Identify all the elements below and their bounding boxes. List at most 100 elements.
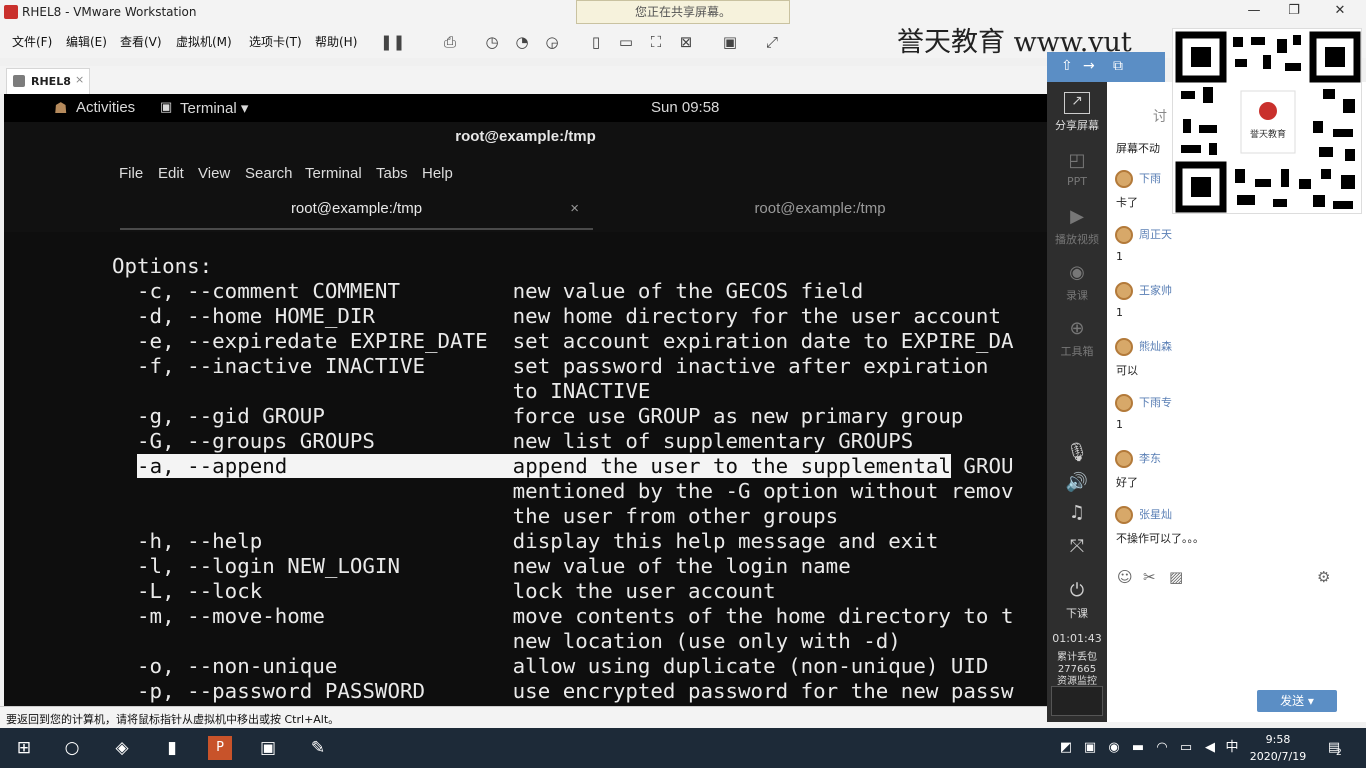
image-icon[interactable]: ▨ [1169,568,1183,586]
windows-taskbar: ⊞ ○ ◈ ▮ P ▣ ✎ ◩ ▣ ◉ ▬ ◠ ▭ ◀ 中 9:58 2020/… [0,728,1366,768]
pause-icon[interactable]: ❚❚ [380,30,405,54]
cortana-icon[interactable]: ○ [60,736,84,760]
chat-message-text: 不操作可以了。。。 [1116,532,1204,545]
terminal-output[interactable]: Options: -c, --comment COMMENT new value… [112,254,1047,706]
chat-tools: ☺ ✂ ▨ ⚙ [1107,566,1366,590]
chat-user: 周正天 [1115,226,1172,244]
popout-icon[interactable]: ⧉ [1113,58,1123,74]
terminal-menu-bar: File Edit View Search Terminal Tabs Help [4,152,1047,194]
terminal-line: -L, --lock lock the user account [112,579,776,603]
window-title: RHEL8 - VMware Workstation [22,5,197,19]
sidebar-view-icon[interactable]: ▯ [584,30,608,54]
taskbar-clock[interactable]: 9:58 2020/7/19 [1248,731,1308,765]
ime-indicator[interactable]: 中 [1220,736,1244,760]
end-class-button[interactable]: ⏻ 下课 [1047,580,1107,621]
ppt-icon: ◰ [1068,150,1086,171]
ppt-button[interactable]: ◰ PPT [1047,150,1107,188]
thumbnail-view-icon[interactable]: ▭ [614,30,638,54]
text-selection: -a, --append append the user to the supp… [137,454,951,478]
vmware-taskbar-icon[interactable]: ▣ [256,736,280,760]
paint-icon[interactable]: ✎ [306,736,330,760]
terminal-line: Options: [112,254,213,278]
gnome-clock[interactable]: Sun 09:58 [651,99,719,116]
pin-icon[interactable]: ⇧ [1061,58,1073,74]
menu-edit[interactable]: 编辑(E) [66,33,107,50]
arrow-right-icon[interactable]: → [1083,58,1095,74]
activities-icon: ☗ [54,100,68,117]
settings-gear-icon[interactable]: ⚙ [1317,568,1330,586]
expand-icon[interactable]: ⤧ [1047,536,1107,558]
wifi-icon[interactable]: ◠ [1150,736,1174,760]
avatar [1115,394,1133,412]
terminal-line: -d, --home HOME_DIR new home directory f… [112,304,1001,328]
terminal-line: to INACTIVE [112,379,651,403]
term-menu-terminal[interactable]: Terminal [305,165,362,182]
chat-user: 熊灿森 [1115,338,1172,356]
snapshot-manager-icon[interactable]: ◶ [540,30,564,54]
tray-icon-4[interactable]: ▬ [1126,736,1150,760]
play-video-button[interactable]: ▶ 播放视频 [1047,206,1107,247]
chat-user: 下雨专 [1115,394,1172,412]
terminal-tab-close-icon[interactable]: × [570,194,579,224]
fullscreen-icon[interactable]: ⛶ [644,30,668,54]
maximize-icon[interactable]: ❐ [1284,3,1304,21]
menu-vm[interactable]: 虚拟机(M) [176,33,232,50]
term-menu-search[interactable]: Search [245,165,293,182]
chat-message-text: 卡了 [1116,196,1138,209]
volume-icon[interactable]: ◀ [1198,736,1222,760]
record-button[interactable]: ◉ 录课 [1047,262,1107,303]
close-icon[interactable]: ✕ [1330,3,1350,21]
menu-help[interactable]: 帮助(H) [315,33,357,50]
share-screen-button[interactable]: ↗ 分享屏幕 [1047,92,1107,133]
term-menu-help[interactable]: Help [422,165,453,182]
tray-icon-1[interactable]: ◩ [1054,736,1078,760]
tray-icon-3[interactable]: ◉ [1102,736,1126,760]
terminal-tab-active[interactable]: root@example:/tmp × [120,194,593,230]
video-icon: ▶ [1070,206,1084,227]
terminal-line: -h, --help display this help message and… [112,529,939,553]
tray-icon-2[interactable]: ▣ [1078,736,1102,760]
windows-start-icon[interactable]: ⊞ [12,736,36,760]
term-menu-file[interactable]: File [119,165,143,182]
terminal-line: the user from other groups [112,504,839,528]
minimize-icon[interactable]: — [1244,3,1264,21]
battery-icon[interactable]: ▭ [1174,736,1198,760]
send-keys-icon[interactable]: ⎙ [438,30,462,54]
toolbox-icon: ⊕ [1069,318,1085,339]
unity-icon[interactable]: ⊠ [674,30,698,54]
terminal-line: -c, --comment COMMENT new value of the G… [112,279,864,303]
term-menu-view[interactable]: View [198,165,230,182]
snapshot-icon[interactable]: ◷ [480,30,504,54]
send-button[interactable]: 发送 ▾ [1257,690,1337,712]
terminal-tab-inactive[interactable]: root@example:/tmp [593,194,1047,230]
console-icon[interactable]: ▣ [718,30,742,54]
stretch-icon[interactable]: ⤢ [760,30,784,54]
menu-tabs[interactable]: 选项卡(T) [249,33,302,50]
chat-user: 张星灿 [1115,506,1172,524]
vm-tab-rhel8[interactable]: RHEL8 × [6,68,90,94]
emoji-icon[interactable]: ☺ [1117,568,1133,586]
vmware-app-icon [4,5,18,19]
resource-monitor-graph [1051,686,1103,716]
app-icon-1[interactable]: ◈ [110,736,134,760]
toolbox-button[interactable]: ⊕ 工具箱 [1047,318,1107,359]
revert-snapshot-icon[interactable]: ◔ [510,30,534,54]
scissors-icon[interactable]: ✂ [1143,568,1156,586]
term-menu-edit[interactable]: Edit [158,165,184,182]
terminal-app-menu[interactable]: Terminal ▾ [180,99,248,117]
speaker-icon[interactable]: 🔊 [1047,472,1107,494]
packet-stats: 累计丢包 277665 资源监控 [1057,652,1097,687]
guest-screen[interactable]: ☗ Activities ▣ Terminal ▾ Sun 09:58 root… [4,94,1047,706]
app-icon-2[interactable]: ▮ [160,736,184,760]
notification-icon[interactable]: ▤ [1322,736,1346,760]
term-menu-tabs[interactable]: Tabs [376,165,408,182]
menu-view[interactable]: 查看(V) [120,33,162,50]
vm-tab-close-icon[interactable]: × [75,73,84,86]
terminal-line: new location (use only with -d) [112,629,901,653]
activities-button[interactable]: Activities [76,99,135,116]
powerpoint-icon[interactable]: P [208,736,232,760]
menu-file[interactable]: 文件(F) [12,33,52,50]
notification-count: 2 [1336,748,1342,758]
mic-icon[interactable]: 🎙 [1047,442,1107,464]
music-icon[interactable]: ♫ [1047,502,1107,524]
